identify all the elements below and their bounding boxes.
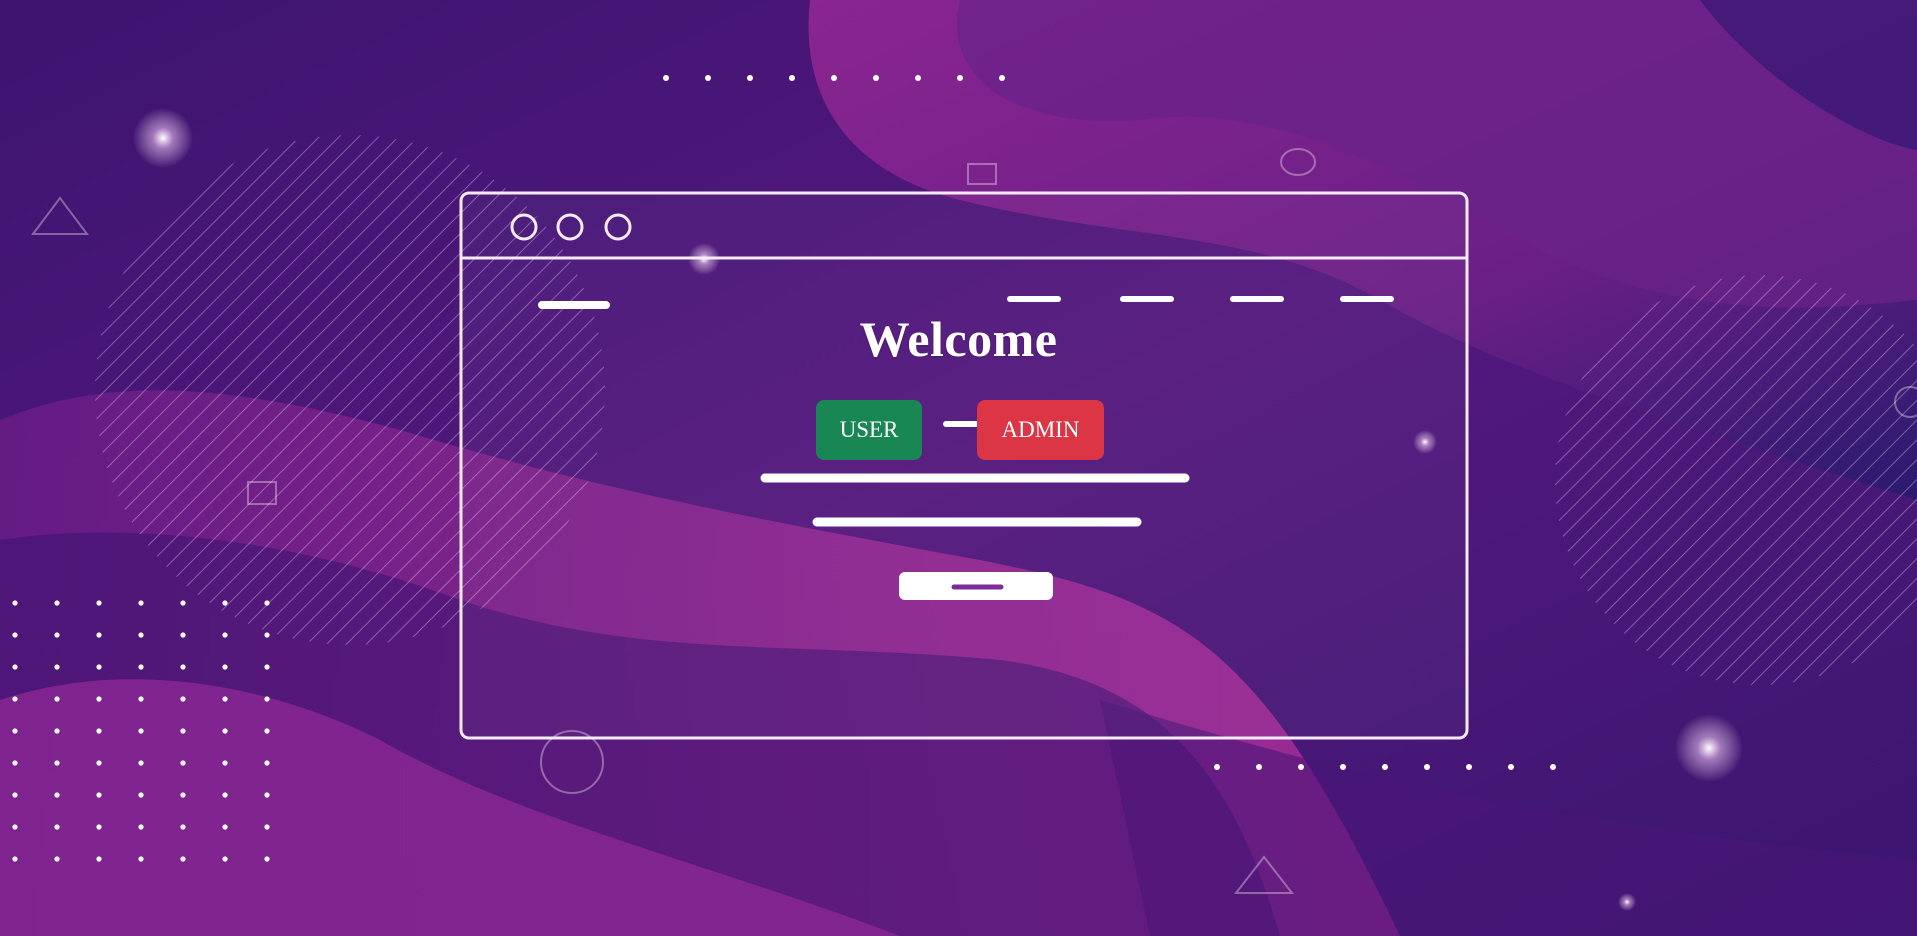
background-illustration (0, 0, 1917, 936)
user-button[interactable]: USER (816, 400, 922, 460)
admin-button[interactable]: ADMIN (977, 400, 1104, 460)
browser-window-illustration (459, 191, 1469, 740)
page-title: Welcome (859, 310, 1058, 367)
